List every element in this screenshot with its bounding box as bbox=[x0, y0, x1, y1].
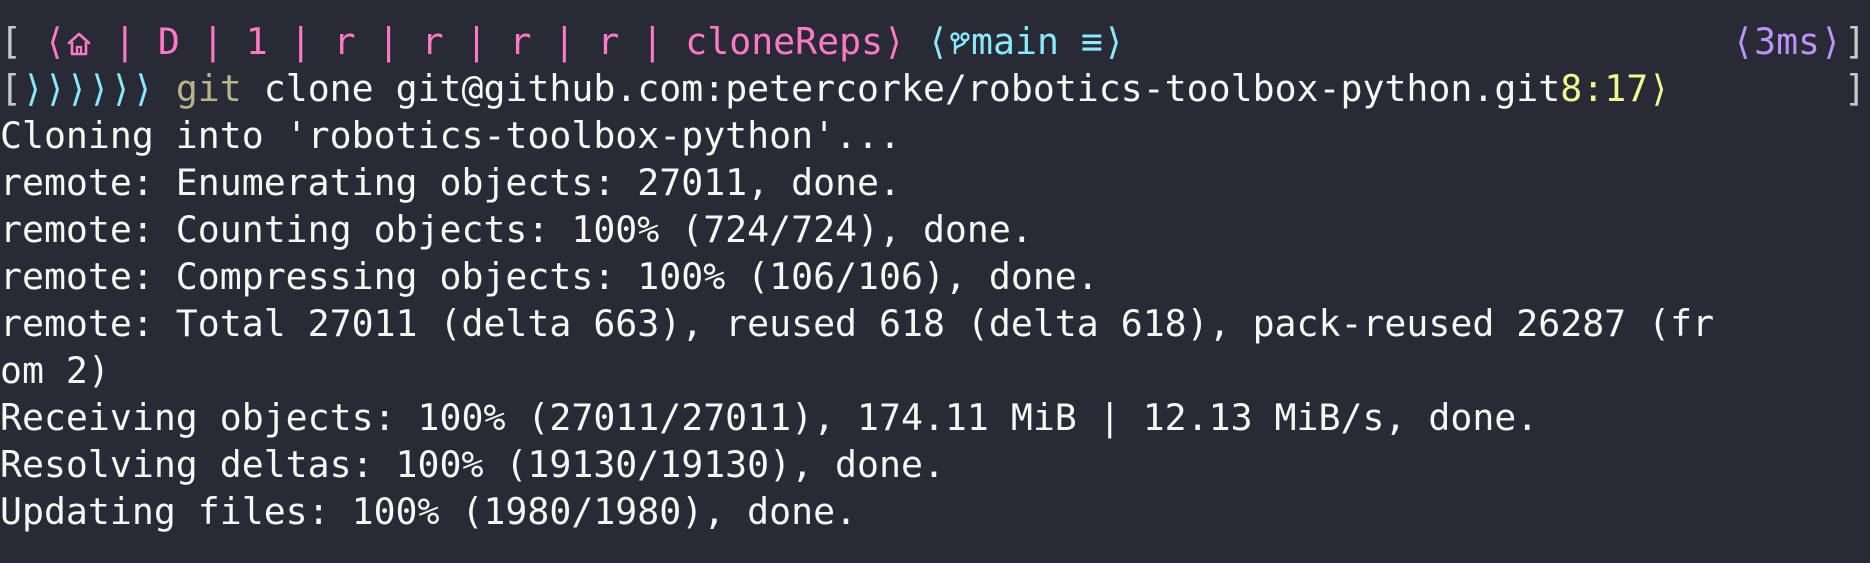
git-close: ⟩ bbox=[1102, 20, 1125, 63]
output-line: remote: Counting objects: 100% (724/724)… bbox=[0, 208, 1033, 251]
terminal-window[interactable]: [ ⟨ | D | 1 | r | r | r | r | cloneReps⟩… bbox=[0, 18, 1870, 563]
output-line: Updating files: 100% (1980/1980), done. bbox=[0, 490, 858, 533]
prompt-line2-open-bracket: [ bbox=[0, 67, 22, 110]
output-line: om 2) bbox=[0, 349, 110, 392]
command-git: git bbox=[175, 67, 242, 110]
command-args[interactable]: clone git@github.com:petercorke/robotics… bbox=[242, 67, 1561, 110]
output-line: remote: Total 27011 (delta 663), reused … bbox=[0, 302, 1715, 345]
prompt-close-bracket: ] bbox=[1844, 20, 1866, 63]
prompt-clock: 8:17 bbox=[1560, 67, 1649, 110]
prompt-line-2: [⟩⟩⟩⟩⟩⟩ git clone git@github.com:peterco… bbox=[0, 65, 1870, 112]
path-close: ⟩ bbox=[883, 20, 906, 63]
path-open: ⟨ bbox=[43, 20, 66, 63]
prompt-open-bracket: [ bbox=[0, 20, 22, 63]
path-segments: | D | 1 | r | r | r | r | cloneReps bbox=[91, 20, 884, 63]
git-segment: ⟨ main ≡⟩ bbox=[927, 20, 1125, 63]
output-line: Resolving deltas: 100% (19130/19130), do… bbox=[0, 443, 945, 486]
command-duration: ⟨3ms⟩ bbox=[1732, 20, 1842, 63]
home-icon bbox=[66, 20, 92, 63]
git-open: ⟨ bbox=[927, 20, 950, 63]
prompt-arrows: ⟩⟩⟩⟩⟩⟩ bbox=[21, 67, 154, 110]
git-branch-icon bbox=[949, 20, 971, 63]
prompt-line2-close-bracket: ] bbox=[1844, 67, 1866, 110]
git-branch-name: main bbox=[971, 20, 1059, 63]
output-line: remote: Enumerating objects: 27011, done… bbox=[0, 161, 901, 204]
prompt-clock-close: ⟩ bbox=[1648, 67, 1671, 110]
output-line: Receiving objects: 100% (27011/27011), 1… bbox=[0, 396, 1539, 439]
git-status: ≡ bbox=[1080, 20, 1103, 63]
path-segment: ⟨ | D | 1 | r | r | r | r | cloneReps⟩ bbox=[44, 20, 905, 63]
prompt-line-1: [ ⟨ | D | 1 | r | r | r | r | cloneReps⟩… bbox=[0, 18, 1870, 65]
output-line: remote: Compressing objects: 100% (106/1… bbox=[0, 255, 1099, 298]
output-line: Cloning into 'robotics-toolbox-python'..… bbox=[0, 114, 901, 157]
